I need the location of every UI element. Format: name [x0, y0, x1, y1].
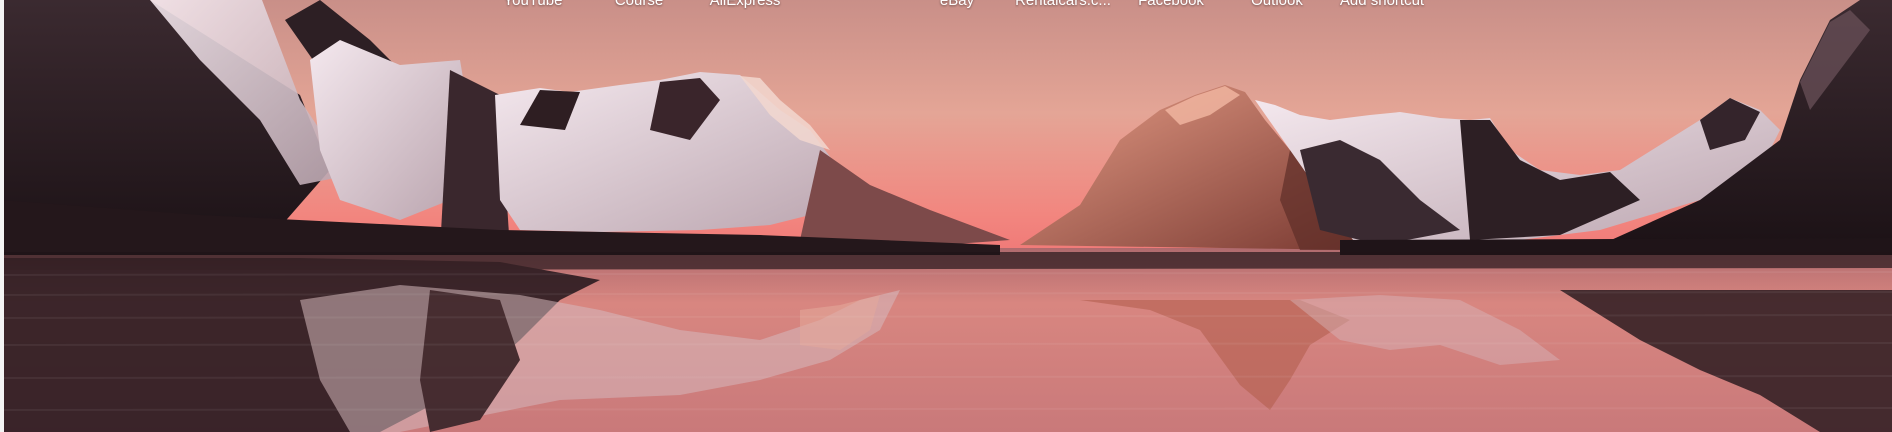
- shortcut-outlook[interactable]: Outlook: [1232, 0, 1322, 14]
- shortcut-bar: YouTube Course AliExpress eBay Rentalcar…: [0, 0, 1892, 14]
- shortcut-youtube[interactable]: YouTube: [488, 0, 578, 14]
- shortcut-label: Rentalcars.c...: [1015, 0, 1111, 9]
- background-wallpaper: [0, 0, 1892, 432]
- shortcut-aliexpress[interactable]: AliExpress: [700, 0, 790, 14]
- shortcut-label: Facebook: [1138, 0, 1204, 9]
- shortcut-label: Add shortcut: [1339, 0, 1425, 9]
- shortcut-rentalcars[interactable]: Rentalcars.c...: [1015, 0, 1111, 14]
- shortcut-label: eBay: [939, 0, 975, 9]
- new-tab-page: YouTube Course AliExpress eBay Rentalcar…: [0, 0, 1892, 432]
- shortcut-label: YouTube: [503, 0, 563, 9]
- window-left-edge: [0, 0, 4, 432]
- shortcut-label: Outlook: [1251, 0, 1303, 9]
- shortcut-label: Course: [614, 0, 664, 9]
- shortcut-label: AliExpress: [709, 0, 781, 9]
- shortcut-course[interactable]: Course: [594, 0, 684, 14]
- add-shortcut-button[interactable]: Add shortcut: [1332, 0, 1432, 14]
- shortcut-ebay[interactable]: eBay: [912, 0, 1002, 14]
- shortcut-facebook[interactable]: Facebook: [1126, 0, 1216, 14]
